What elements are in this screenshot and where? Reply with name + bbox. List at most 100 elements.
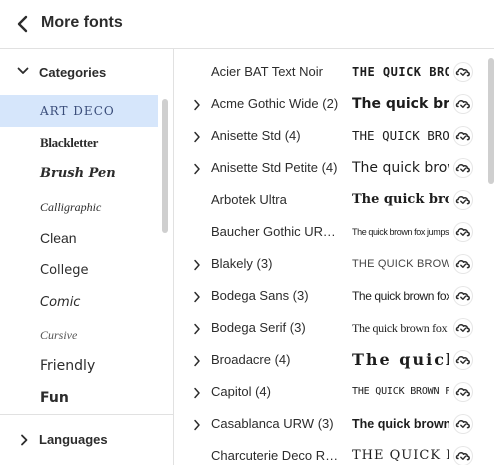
creative-cloud-icon-badge bbox=[454, 319, 472, 337]
expand-row-button[interactable] bbox=[193, 290, 201, 303]
expand-row-button[interactable] bbox=[193, 98, 201, 111]
category-label: Friendly bbox=[40, 358, 96, 374]
category-label: Calligraphic bbox=[40, 200, 102, 214]
category-label: Clean bbox=[40, 230, 77, 246]
chevron-right-icon bbox=[194, 291, 200, 303]
font-row[interactable]: Broadacre (4) The quick brown bbox=[174, 344, 484, 376]
font-name: Anisette Std (4) bbox=[211, 128, 301, 143]
chevron-right-icon bbox=[194, 99, 200, 111]
category-art-deco[interactable]: ART DECO bbox=[0, 95, 158, 127]
categories-panel: Categories ART DECO Blackletter Brush Pe… bbox=[0, 49, 173, 465]
creative-cloud-icon bbox=[455, 388, 470, 397]
font-preview: THE QUICK BROWN FOX bbox=[352, 65, 449, 79]
category-cursive[interactable]: Cursive bbox=[0, 319, 158, 351]
expand-row-button[interactable] bbox=[193, 130, 201, 143]
font-row[interactable]: Anisette Std Petite (4) The quick brown … bbox=[174, 152, 484, 184]
creative-cloud-icon bbox=[455, 68, 470, 77]
creative-cloud-icon bbox=[455, 292, 470, 301]
font-preview: The quick brown fox bbox=[352, 192, 449, 207]
font-row[interactable]: Casablanca URW (3) The quick brown fox bbox=[174, 408, 484, 440]
font-preview: THE QUICK BROWN FOX JUMPS bbox=[352, 386, 449, 397]
expand-row-button[interactable] bbox=[193, 162, 201, 175]
category-fun[interactable]: Fun bbox=[0, 383, 158, 415]
font-row[interactable]: Bodega Sans (3) The quick brown fox jump… bbox=[174, 280, 484, 312]
creative-cloud-icon bbox=[455, 164, 470, 173]
creative-cloud-icon-badge bbox=[454, 447, 472, 465]
category-label: College bbox=[40, 263, 89, 278]
font-name: Blakely (3) bbox=[211, 256, 273, 271]
category-list: ART DECO Blackletter Brush Pen Calligrap… bbox=[0, 95, 173, 415]
font-preview: The quick brown fox jumps bbox=[352, 289, 449, 303]
chevron-right-icon bbox=[194, 131, 200, 143]
creative-cloud-icon bbox=[455, 356, 470, 365]
expand-row-button[interactable] bbox=[193, 258, 201, 271]
creative-cloud-icon bbox=[455, 452, 470, 461]
font-name: Bodega Serif (3) bbox=[211, 320, 306, 335]
back-button[interactable] bbox=[16, 15, 30, 33]
font-name: Bodega Sans (3) bbox=[211, 288, 309, 303]
creative-cloud-icon-badge bbox=[454, 383, 472, 401]
font-preview: THE QUICK BROWN FOX bbox=[352, 128, 449, 143]
creative-cloud-icon bbox=[455, 100, 470, 109]
expand-row-button[interactable] bbox=[193, 354, 201, 367]
creative-cloud-icon bbox=[455, 228, 470, 237]
font-name: Baucher Gothic URW... bbox=[211, 224, 339, 239]
category-label: Blackletter bbox=[40, 135, 99, 150]
category-label: Fun bbox=[40, 390, 69, 406]
chevron-right-icon bbox=[194, 387, 200, 399]
font-preview: The quick brown fox bbox=[352, 160, 449, 176]
category-clean[interactable]: Clean bbox=[0, 223, 158, 255]
expand-row-button[interactable] bbox=[193, 322, 201, 335]
font-preview: The quick brown fox bbox=[352, 417, 449, 431]
font-row[interactable]: Acier BAT Text Noir THE QUICK BROWN FOX bbox=[174, 56, 484, 88]
font-preview: THE QUICK BROWN FOX JUMPS bbox=[352, 258, 449, 270]
font-row[interactable]: Arbotek Ultra The quick brown fox bbox=[174, 184, 484, 216]
categories-label: Categories bbox=[39, 65, 107, 80]
font-preview: The quick brown fox bbox=[352, 96, 449, 112]
expand-row-button[interactable] bbox=[193, 418, 201, 431]
font-row[interactable]: Bodega Serif (3) The quick brown fox jum… bbox=[174, 312, 484, 344]
font-preview: The quick brown bbox=[352, 350, 449, 369]
categories-scrollbar[interactable] bbox=[162, 99, 168, 233]
creative-cloud-icon bbox=[455, 196, 470, 205]
category-calligraphic[interactable]: Calligraphic bbox=[0, 191, 158, 223]
category-friendly[interactable]: Friendly bbox=[0, 351, 158, 383]
font-preview: The quick brown fox jumps bbox=[352, 321, 449, 335]
categories-toggle[interactable]: Categories bbox=[0, 49, 173, 95]
category-brush-pen[interactable]: Brush Pen bbox=[0, 159, 158, 191]
languages-toggle[interactable]: Languages bbox=[0, 419, 173, 459]
font-name: Casablanca URW (3) bbox=[211, 416, 334, 431]
font-name: Acme Gothic Wide (2) bbox=[211, 96, 339, 111]
font-name: Capitol (4) bbox=[211, 384, 271, 399]
expand-row-button[interactable] bbox=[193, 386, 201, 399]
languages-label: Languages bbox=[39, 432, 108, 447]
font-row[interactable]: Capitol (4) THE QUICK BROWN FOX JUMPS bbox=[174, 376, 484, 408]
chevron-down-icon bbox=[17, 67, 29, 74]
font-row[interactable]: Acme Gothic Wide (2) The quick brown fox bbox=[174, 88, 484, 120]
font-name: Arbotek Ultra bbox=[211, 192, 287, 207]
category-comic[interactable]: Comic bbox=[0, 287, 158, 319]
creative-cloud-icon bbox=[455, 260, 470, 269]
font-list-scrollbar[interactable] bbox=[488, 58, 494, 184]
category-college[interactable]: College bbox=[0, 255, 158, 287]
category-blackletter[interactable]: Blackletter bbox=[0, 127, 158, 159]
font-row[interactable]: Blakely (3) THE QUICK BROWN FOX JUMPS bbox=[174, 248, 484, 280]
font-row[interactable]: Baucher Gothic URW... The quick brown fo… bbox=[174, 216, 484, 248]
creative-cloud-icon-badge bbox=[454, 351, 472, 369]
category-label: Brush Pen bbox=[40, 166, 116, 181]
category-label: Cursive bbox=[40, 328, 78, 342]
font-preview: THE QUICK BROWN bbox=[352, 448, 449, 463]
font-name: Broadacre (4) bbox=[211, 352, 291, 367]
creative-cloud-icon-badge bbox=[454, 287, 472, 305]
chevron-right-icon bbox=[194, 355, 200, 367]
font-preview: The quick brown fox jumps over the lazy … bbox=[352, 227, 449, 237]
chevron-right-icon bbox=[194, 163, 200, 175]
creative-cloud-icon-badge bbox=[454, 255, 472, 273]
category-label: ART DECO bbox=[40, 104, 115, 118]
font-row[interactable]: Anisette Std (4) THE QUICK BROWN FOX bbox=[174, 120, 484, 152]
creative-cloud-icon-badge bbox=[454, 63, 472, 81]
chevron-left-icon bbox=[17, 15, 28, 33]
creative-cloud-icon-badge bbox=[454, 415, 472, 433]
font-row[interactable]: Charcuterie Deco Re... THE QUICK BROWN bbox=[174, 440, 484, 465]
chevron-right-icon bbox=[194, 259, 200, 271]
